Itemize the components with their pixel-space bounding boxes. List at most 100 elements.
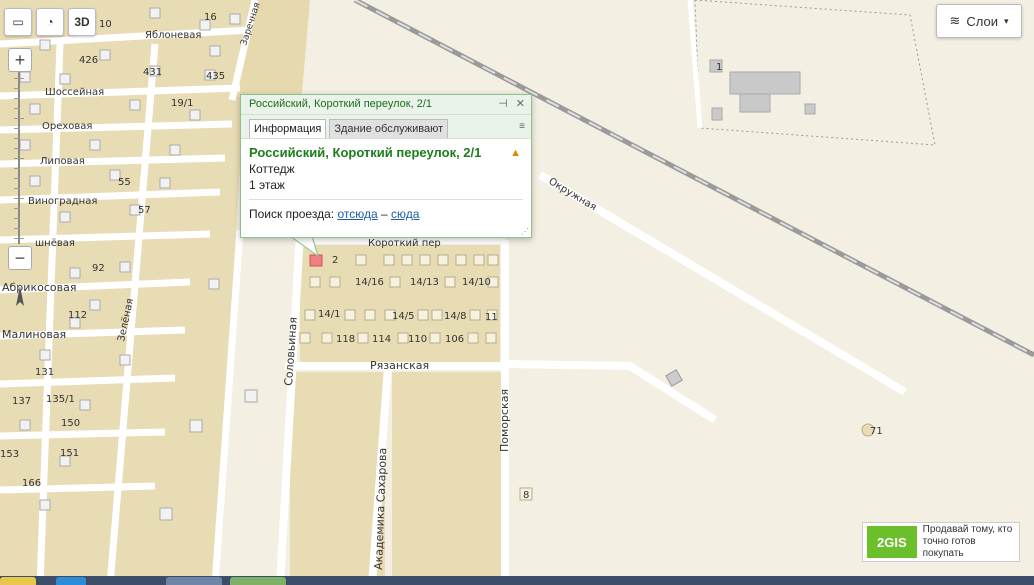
block-south-2 bbox=[392, 372, 502, 585]
ad-banner[interactable]: 2GIS Продавай тому, кто точно готов поку… bbox=[862, 522, 1020, 562]
house-number: 14/10 bbox=[462, 277, 491, 288]
house-number: 431 bbox=[143, 67, 162, 78]
house-number: 14/5 bbox=[392, 311, 414, 322]
street-label-ryazanskaya: Рязанская bbox=[370, 359, 429, 372]
radius-icon: ◔ bbox=[46, 15, 54, 29]
zoom-tick bbox=[14, 238, 24, 239]
zoom-tick bbox=[14, 198, 24, 199]
street-label-lipovaya: Липовая bbox=[40, 156, 85, 167]
layers-button[interactable]: ≋ Слои ▾ bbox=[936, 4, 1022, 38]
zoom-out-button[interactable]: − bbox=[8, 246, 32, 270]
building-east bbox=[665, 369, 683, 387]
house-number: 166 bbox=[22, 478, 41, 489]
ad-text: Продавай тому, кто точно готов покупать bbox=[923, 524, 1015, 560]
popup-header: Российский, Короткий переулок, 2/1 ⊣ ✕ bbox=[241, 95, 531, 115]
house-number: 135/1 bbox=[46, 394, 75, 405]
house-number: 14/8 bbox=[444, 311, 466, 322]
street-label-yablonevaya: Яблоневая bbox=[145, 30, 201, 41]
house-number: 92 bbox=[92, 263, 105, 274]
house-number: 153 bbox=[0, 449, 19, 460]
street-label-shosseynaya: Шоссейная bbox=[45, 87, 104, 98]
taskbar-app-2[interactable] bbox=[166, 577, 222, 585]
taskbar-app-1[interactable] bbox=[56, 577, 86, 585]
house-number: 131 bbox=[35, 367, 54, 378]
zoom-tick bbox=[14, 98, 20, 99]
tab-info[interactable]: Информация bbox=[249, 119, 327, 138]
route-search: Поиск проезда: отсюда – сюда bbox=[249, 206, 523, 222]
street-label-malinovaya: Малиновая bbox=[2, 328, 66, 341]
os-taskbar bbox=[0, 576, 1034, 585]
chevron-down-icon: ▾ bbox=[1004, 15, 1009, 26]
block-korotkiy bbox=[300, 245, 500, 363]
plus-icon: + bbox=[14, 49, 26, 70]
taskbar-app-3[interactable] bbox=[230, 577, 286, 585]
house-number: 55 bbox=[118, 177, 131, 188]
house-number: 19/1 bbox=[171, 98, 193, 109]
route-dash: – bbox=[380, 207, 388, 221]
popup-divider bbox=[249, 199, 523, 200]
zoom-control: + − bbox=[8, 48, 32, 270]
street-label-orekhovaya: Ореховая bbox=[42, 121, 92, 132]
ad-text-line2: точно готов покупать bbox=[922, 536, 976, 559]
zoom-tick bbox=[14, 108, 20, 109]
resize-handle-icon[interactable]: ⋰ bbox=[521, 227, 529, 236]
industrial-buildings bbox=[709, 59, 816, 121]
route-to-link[interactable]: сюда bbox=[391, 207, 419, 221]
house-number: 137 bbox=[12, 396, 31, 407]
building-popup: Российский, Короткий переулок, 2/1 ⊣ ✕ И… bbox=[240, 94, 532, 238]
house-number: 14/1 bbox=[318, 309, 340, 320]
house-number: 426 bbox=[79, 55, 98, 66]
zoom-tick bbox=[14, 128, 20, 129]
start-button[interactable] bbox=[0, 577, 36, 585]
house-number: 57 bbox=[138, 205, 151, 216]
zoom-tick bbox=[14, 208, 20, 209]
layers-label: Слои bbox=[966, 13, 998, 29]
compass-icon[interactable] bbox=[8, 284, 32, 308]
house-number: 1 bbox=[716, 62, 722, 73]
route-from-link[interactable]: отсюда bbox=[337, 207, 377, 221]
map-canvas[interactable]: Яблоневая Шоссейная Ореховая Липовая Вин… bbox=[0, 0, 1034, 585]
street-label-okruzhnaya: Окружная bbox=[546, 176, 598, 213]
house-number: 16 bbox=[204, 12, 217, 23]
house-number: 71 bbox=[870, 426, 883, 437]
zoom-tick bbox=[14, 228, 20, 229]
pin-icon[interactable]: ⊣ bbox=[498, 97, 508, 110]
house-number: 10 bbox=[99, 19, 112, 30]
warning-icon[interactable]: ▲ bbox=[510, 147, 521, 159]
ad-text-line1: Продавай тому, кто bbox=[922, 524, 1013, 535]
house-number: 2 bbox=[332, 255, 338, 266]
industrial-road bbox=[687, 0, 703, 129]
tabs-menu-icon[interactable]: ≡ bbox=[519, 121, 525, 132]
zoom-tick bbox=[14, 158, 24, 159]
house-number: 106 bbox=[445, 334, 464, 345]
house-number: 435 bbox=[206, 71, 225, 82]
ruler-tool-button[interactable]: ▭ bbox=[4, 8, 32, 36]
minus-icon: − bbox=[14, 247, 26, 268]
house-number: 114 bbox=[372, 334, 391, 345]
house-number: 14/16 bbox=[355, 277, 384, 288]
house-number: 150 bbox=[61, 418, 80, 429]
house-number: 110 bbox=[408, 334, 427, 345]
map-toolbar: ▭ ◔ 3D bbox=[4, 8, 96, 36]
zoom-tick bbox=[14, 118, 24, 119]
zoom-tick bbox=[14, 218, 20, 219]
house-number: 8 bbox=[523, 490, 529, 501]
house-number: 118 bbox=[336, 334, 355, 345]
tab-building-services[interactable]: Здание обслуживают bbox=[329, 119, 449, 138]
three-d-button[interactable]: 3D bbox=[68, 8, 96, 36]
zoom-tick bbox=[14, 168, 20, 169]
popup-tabs: Информация Здание обслуживают ≡ bbox=[241, 115, 531, 139]
radius-tool-button[interactable]: ◔ bbox=[36, 8, 64, 36]
close-icon[interactable]: ✕ bbox=[516, 97, 525, 110]
house-number: 11 bbox=[485, 312, 498, 323]
zoom-tick bbox=[14, 138, 20, 139]
ruler-icon: ▭ bbox=[12, 15, 24, 29]
street-label-pomorskaya: Поморская bbox=[498, 389, 511, 452]
2gis-logo: 2GIS bbox=[867, 526, 917, 558]
zoom-in-button[interactable]: + bbox=[8, 48, 32, 72]
house-number: 14/13 bbox=[410, 277, 439, 288]
house-number: 112 bbox=[68, 310, 87, 321]
popup-body: Российский, Короткий переулок, 2/1 Котте… bbox=[241, 139, 531, 228]
selected-building[interactable] bbox=[309, 254, 323, 267]
layers-icon: ≋ bbox=[949, 13, 961, 28]
